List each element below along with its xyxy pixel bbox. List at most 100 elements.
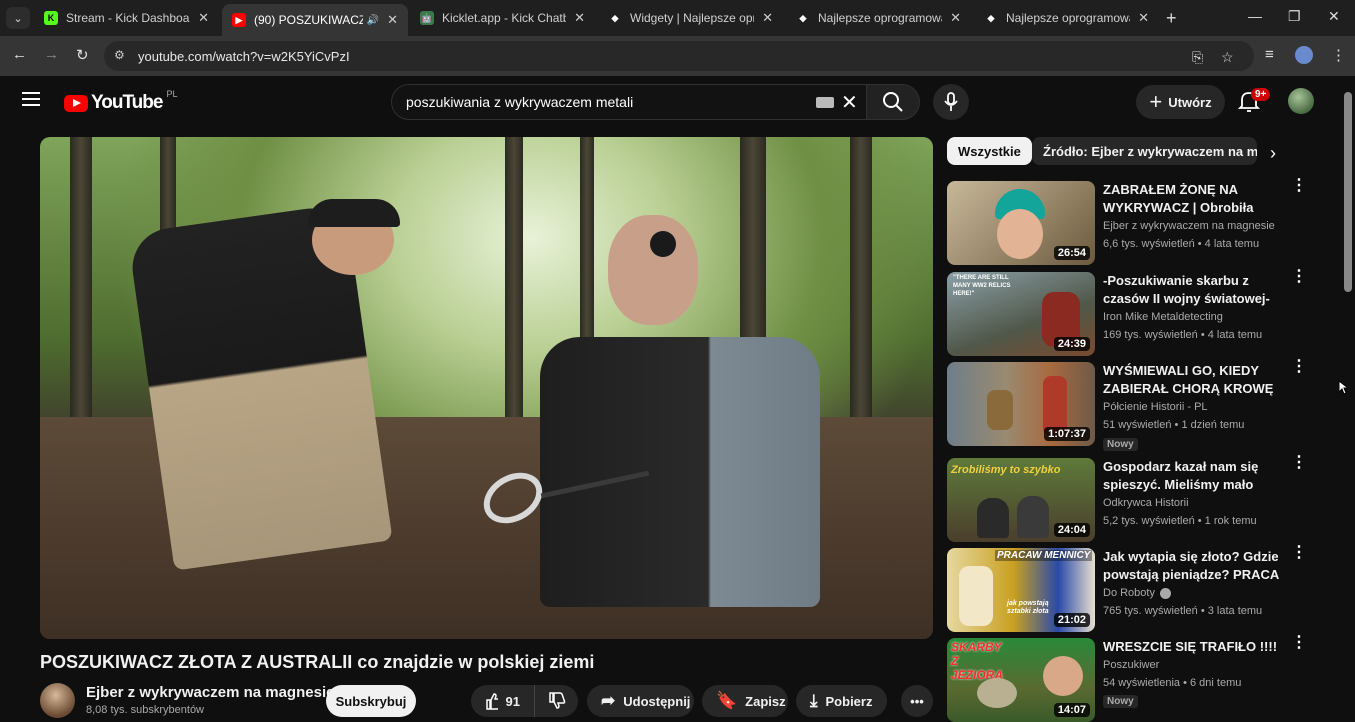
recommendation-item[interactable]: PRACAW MENNICY jak powstają sztabki złot… bbox=[947, 545, 1307, 632]
bookmark-icon: 🔖 bbox=[716, 691, 738, 710]
clear-search-icon[interactable]: ✕ bbox=[841, 90, 858, 115]
video-title[interactable]: WYŚMIEWALI GO, KIEDY ZABIERAŁ CHORĄ KROW… bbox=[1103, 362, 1283, 398]
video-thumbnail[interactable]: "THERE ARE STILL MANY WW2 RELICS HERE!" … bbox=[947, 272, 1095, 356]
thumb-text: PRACAW MENNICY bbox=[995, 550, 1093, 561]
video-title[interactable]: -Poszukiwanie skarbu z czasów II wojny ś… bbox=[1103, 272, 1283, 308]
recommendation-item[interactable]: "THERE ARE STILL MANY WW2 RELICS HERE!" … bbox=[947, 269, 1307, 356]
subscriber-count: 8,08 tys. subskrybentów bbox=[86, 704, 205, 716]
duration-badge: 14:07 bbox=[1053, 703, 1090, 717]
recommendation-item[interactable]: Zrobiliśmy to szybko 24:04 Gospodarz kaz… bbox=[947, 455, 1307, 542]
create-button[interactable]: + Utwórz bbox=[1136, 85, 1225, 119]
search-query[interactable]: poszukiwania z wykrywaczem metali bbox=[406, 94, 633, 110]
browser-tab-strip: ⌄ K Stream - Kick Dashboard ✕ ▶ (90) POS… bbox=[0, 0, 1355, 36]
download-icon: ⤓ bbox=[810, 691, 818, 710]
more-vertical-icon[interactable]: ⋮ bbox=[1291, 545, 1307, 561]
back-icon[interactable]: ← bbox=[12, 46, 27, 63]
audio-playing-icon[interactable]: 🔊 bbox=[367, 15, 379, 26]
video-title[interactable]: Jak wytapia się złoto? Gdzie powstają pi… bbox=[1103, 548, 1283, 584]
youtube-logo[interactable]: YouTube PL bbox=[64, 89, 177, 114]
youtube-play-icon bbox=[64, 94, 88, 112]
video-thumbnail[interactable]: Zrobiliśmy to szybko 24:04 bbox=[947, 458, 1095, 542]
new-tab-icon[interactable]: + bbox=[1166, 8, 1177, 29]
video-title[interactable]: Gospodarz kazał nam się spieszyć. Mieliś… bbox=[1103, 458, 1283, 494]
channel-name[interactable]: Do Roboty bbox=[1103, 587, 1155, 599]
close-tab-icon[interactable]: ✕ bbox=[198, 10, 209, 26]
browser-tab[interactable]: ◆ Widgety | Najlepsze oprogr ✕ bbox=[598, 4, 783, 32]
video-player[interactable] bbox=[40, 137, 933, 639]
person-right-head bbox=[608, 215, 698, 325]
channel-line[interactable]: Do Roboty bbox=[1103, 587, 1171, 599]
video-title[interactable]: ZABRAŁEM ŻONĘ NA WYKRYWACZ | Obrobiła de… bbox=[1103, 181, 1283, 217]
more-vertical-icon[interactable]: ⋮ bbox=[1291, 359, 1307, 375]
menu-icon[interactable] bbox=[22, 92, 40, 106]
mouse-cursor-icon bbox=[1338, 380, 1348, 395]
recommendation-item[interactable]: 26:54 ZABRAŁEM ŻONĘ NA WYKRYWACZ | Obrob… bbox=[947, 178, 1307, 265]
browser-tab[interactable]: ◆ Najlepsze oprogramowanie ✕ bbox=[786, 4, 971, 32]
channel-name[interactable]: Iron Mike Metaldetecting bbox=[1103, 311, 1223, 323]
bookmark-star-icon[interactable]: ☆ bbox=[1221, 49, 1234, 66]
install-app-icon[interactable]: ⎘ bbox=[1192, 49, 1203, 66]
channel-avatar[interactable] bbox=[40, 683, 75, 718]
recommendation-item[interactable]: SKARBY Z JEZIORA 14:07 WRESZCIE SIĘ TRAF… bbox=[947, 635, 1307, 722]
address-bar[interactable]: ⚙ youtube.com/watch?v=w2K5YiCvPzI ⎘ ☆ bbox=[104, 41, 1254, 71]
close-tab-icon[interactable]: ✕ bbox=[950, 10, 961, 26]
video-thumbnail[interactable]: PRACAW MENNICY jak powstają sztabki złot… bbox=[947, 548, 1095, 632]
search-input[interactable]: poszukiwania z wykrywaczem metali ✕ bbox=[391, 84, 869, 120]
browser-tab-active[interactable]: ▶ (90) POSZUKIWACZ ZŁO 🔊 ✕ bbox=[222, 4, 408, 36]
tab-search-chevron-icon[interactable]: ⌄ bbox=[6, 7, 30, 29]
channel-name[interactable]: Odkrywca Historii bbox=[1103, 497, 1189, 509]
person bbox=[977, 498, 1009, 538]
subscribe-button[interactable]: Subskrybuj bbox=[326, 685, 416, 717]
tab-title: Stream - Kick Dashboard bbox=[66, 11, 191, 25]
channel-name[interactable]: Poszukiwer bbox=[1103, 659, 1159, 671]
channel-name[interactable]: Ejber z wykrywaczem na magnesie bbox=[1103, 220, 1275, 232]
cow bbox=[987, 390, 1013, 430]
video-thumbnail[interactable]: 26:54 bbox=[947, 181, 1095, 265]
browser-tab[interactable]: K Stream - Kick Dashboard ✕ bbox=[34, 4, 219, 32]
browser-menu-icon[interactable]: ⋮ bbox=[1331, 46, 1346, 64]
thumb-text: Zrobiliśmy to szybko bbox=[951, 464, 1061, 476]
channel-name[interactable]: Ejber z wykrywaczem na magnesie bbox=[86, 684, 334, 701]
close-tab-icon[interactable]: ✕ bbox=[574, 10, 585, 26]
media-control-icon[interactable]: ≡ bbox=[1265, 46, 1274, 63]
more-vertical-icon[interactable]: ⋮ bbox=[1291, 178, 1307, 194]
save-button[interactable]: 🔖 Zapisz bbox=[702, 685, 788, 717]
share-button[interactable]: ➦ Udostępnij bbox=[587, 685, 694, 717]
like-button[interactable]: 91 bbox=[471, 685, 534, 717]
video-meta: 169 tys. wyświetleń • 4 lata temu bbox=[1103, 329, 1263, 341]
more-vertical-icon[interactable]: ⋮ bbox=[1291, 455, 1307, 471]
video-thumbnail[interactable]: 1:07:37 bbox=[947, 362, 1095, 446]
minimize-icon[interactable]: — bbox=[1248, 8, 1262, 24]
restore-icon[interactable]: ❐ bbox=[1288, 8, 1301, 25]
more-vertical-icon[interactable]: ⋮ bbox=[1291, 635, 1307, 651]
tab-title: Najlepsze oprogramowanie bbox=[1006, 11, 1130, 25]
keyboard-icon[interactable] bbox=[816, 97, 834, 108]
recommendation-item[interactable]: 1:07:37 WYŚMIEWALI GO, KIEDY ZABIERAŁ CH… bbox=[947, 359, 1307, 451]
more-actions-button[interactable]: ••• bbox=[901, 685, 933, 717]
forward-icon[interactable]: → bbox=[44, 46, 59, 63]
browser-tab[interactable]: ◆ Najlepsze oprogramowanie ✕ bbox=[974, 4, 1159, 32]
download-button[interactable]: ⤓ Pobierz bbox=[796, 685, 887, 717]
video-title[interactable]: WRESZCIE SIĘ TRAFIŁO !!!! bbox=[1103, 638, 1283, 656]
page-scrollbar[interactable] bbox=[1344, 92, 1352, 292]
close-window-icon[interactable]: ✕ bbox=[1328, 8, 1340, 25]
voice-search-button[interactable] bbox=[933, 84, 969, 120]
search-button[interactable] bbox=[866, 84, 920, 120]
more-vertical-icon[interactable]: ⋮ bbox=[1291, 269, 1307, 285]
chevron-right-icon[interactable]: › bbox=[1270, 143, 1276, 164]
account-avatar[interactable] bbox=[1288, 88, 1314, 114]
profile-icon[interactable] bbox=[1295, 46, 1313, 64]
reload-icon[interactable]: ↻ bbox=[76, 46, 89, 64]
dislike-button[interactable] bbox=[534, 685, 578, 717]
channel-name[interactable]: Półcienie Historii - PL bbox=[1103, 401, 1208, 413]
site-info-icon[interactable]: ⚙ bbox=[114, 48, 125, 62]
close-tab-icon[interactable]: ✕ bbox=[387, 12, 398, 28]
video-title: POSZUKIWACZ ZŁOTA Z AUSTRALII co znajdzi… bbox=[40, 652, 595, 672]
chip-source[interactable]: Źródło: Ejber z wykrywaczem na magnesie bbox=[1032, 137, 1257, 165]
close-tab-icon[interactable]: ✕ bbox=[762, 10, 773, 26]
chip-all[interactable]: Wszystkie bbox=[947, 137, 1032, 165]
browser-tab[interactable]: 🤖 Kicklet.app - Kick Chatbot ✕ bbox=[410, 4, 595, 32]
url-text[interactable]: youtube.com/watch?v=w2K5YiCvPzI bbox=[138, 49, 350, 64]
close-tab-icon[interactable]: ✕ bbox=[1138, 10, 1149, 26]
video-thumbnail[interactable]: SKARBY Z JEZIORA 14:07 bbox=[947, 638, 1095, 722]
